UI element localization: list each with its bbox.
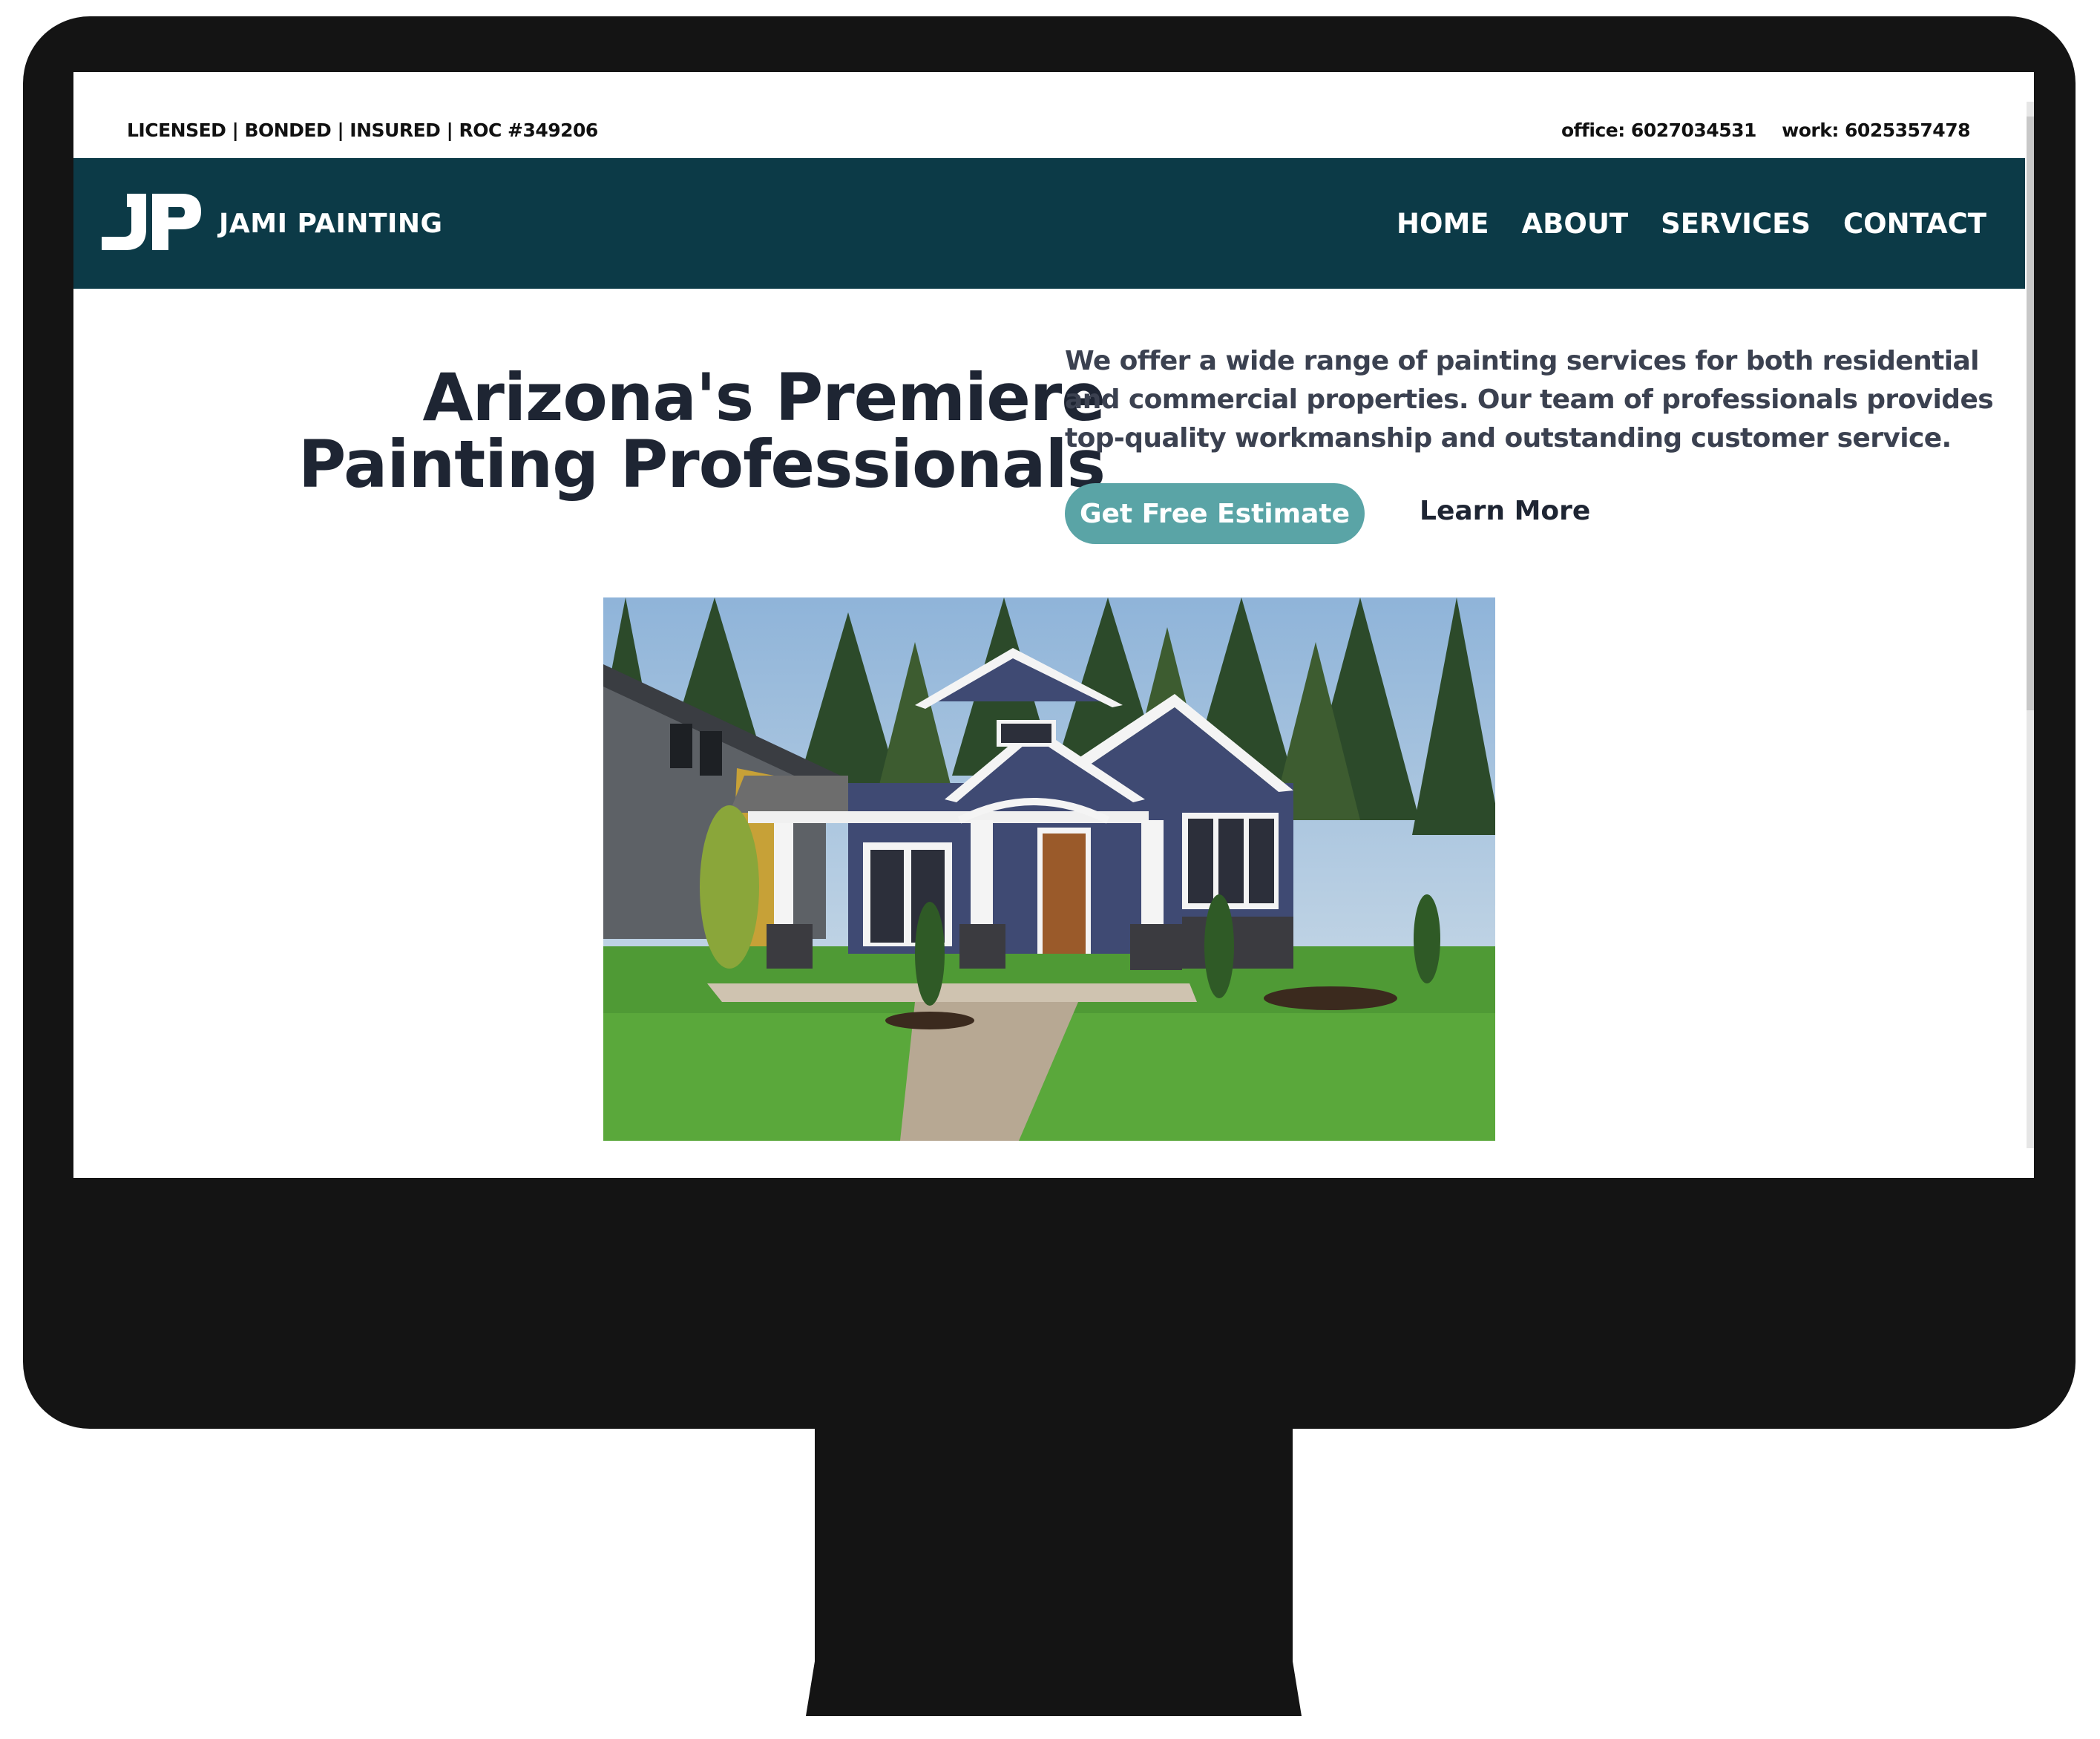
top-info-bar: LICENSED | BONDED | INSURED | ROC #34920… <box>73 72 2034 158</box>
hero-description: We offer a wide range of painting servic… <box>1065 346 1994 453</box>
nav-services[interactable]: SERVICES <box>1661 208 1811 240</box>
scrollbar-thumb[interactable] <box>2027 117 2034 710</box>
hero-title-line-1: Arizona's Premiere <box>422 359 1106 436</box>
monitor-stand-neck <box>815 1425 1293 1663</box>
jp-monogram-logo-icon[interactable] <box>99 191 204 255</box>
main-navbar: JAMI PAINTING HOME ABOUT SERVICES CONTAC… <box>73 158 2025 289</box>
learn-more-link[interactable]: Learn More <box>1420 496 1590 526</box>
nav-home[interactable]: HOME <box>1397 208 1489 240</box>
house-photo-icon <box>603 597 1495 1141</box>
nav-about[interactable]: ABOUT <box>1522 208 1629 240</box>
monitor-screen: LICENSED | BONDED | INSURED | ROC #34920… <box>73 72 2034 1178</box>
phone-numbers: office: 6027034531 work: 6025357478 <box>1542 119 1971 141</box>
get-free-estimate-button[interactable]: Get Free Estimate <box>1065 483 1365 544</box>
monitor-stand-base <box>806 1655 1302 1716</box>
hero-title: Arizona's Premiere Painting Professional… <box>298 359 1106 502</box>
nav-contact[interactable]: CONTACT <box>1843 208 1986 240</box>
office-phone[interactable]: office: 6027034531 <box>1561 119 1756 141</box>
brand-name[interactable]: JAMI PAINTING <box>219 209 443 239</box>
work-phone[interactable]: work: 6025357478 <box>1782 119 1970 141</box>
nav-menu: HOME ABOUT SERVICES CONTACT <box>1397 208 1986 240</box>
credentials-text: LICENSED | BONDED | INSURED | ROC #34920… <box>127 119 598 141</box>
hero-title-line-2: Painting Professionals <box>298 426 1106 502</box>
